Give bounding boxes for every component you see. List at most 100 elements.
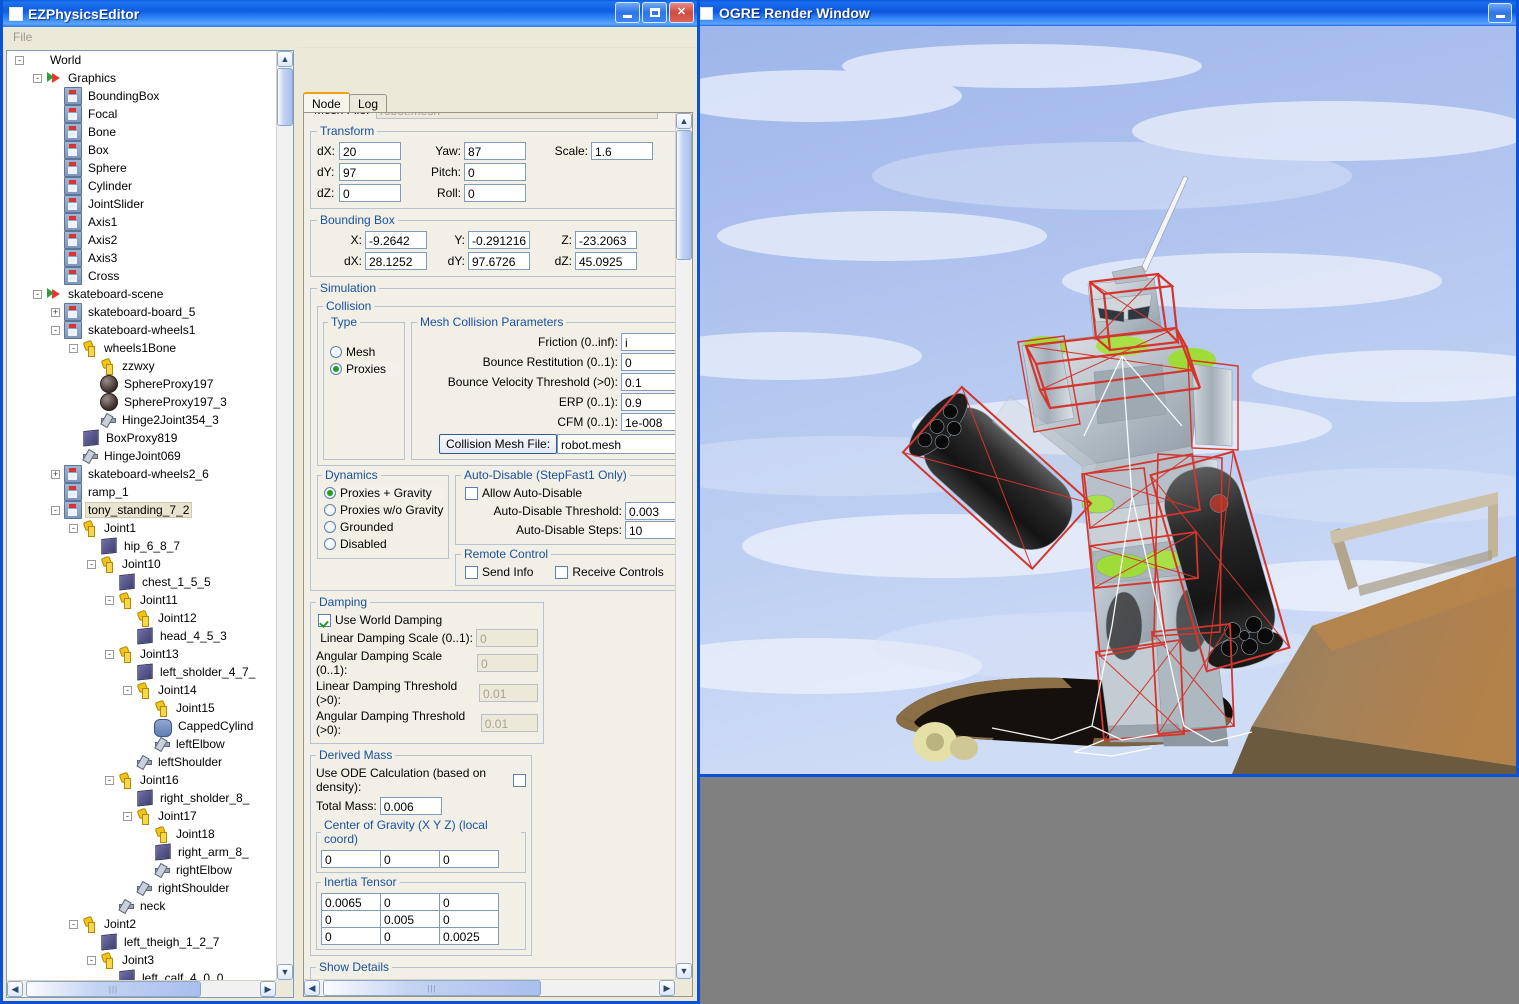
bb-z-input[interactable]: -23.2063 [575,231,637,249]
collapse-icon[interactable]: - [51,505,60,515]
radio-disabled-icon[interactable] [324,538,336,550]
inertia-0-1-input[interactable]: 0 [380,893,440,911]
tree-node-bone[interactable]: Bone [7,123,276,141]
collapse-icon[interactable]: - [69,343,78,353]
tree-node-left-sholder-4-7-[interactable]: left_sholder_4_7_ [7,663,276,681]
radio-grounded-icon[interactable] [324,521,336,533]
tree-vertical-scroll-thumb[interactable] [277,68,293,126]
bb-dx-input[interactable]: 28.1252 [365,252,427,270]
inertia-1-1-input[interactable]: 0.005 [380,910,440,928]
transform-dy-input[interactable]: 97 [339,163,401,181]
collision-type-proxies-option[interactable]: Proxies [330,362,400,376]
tree-scroll-up-button[interactable]: ▲ [277,51,293,67]
inertia-1-0-input[interactable]: 0 [321,910,381,928]
ezphysicseditor-window[interactable]: EZPhysicsEditor ✕ File - World - Graphics Bo… [0,0,700,1004]
tree-scroll-down-button[interactable]: ▼ [277,964,293,980]
collision-mesh-file-button[interactable]: Collision Mesh File: [439,434,558,454]
transform-scale-input[interactable]: 1.6 [591,142,653,160]
bounce-velocity-threshold-input[interactable]: 0.1 [621,373,675,391]
transform-yaw-input[interactable]: 87 [464,142,526,160]
tree-scroll-right-button[interactable]: ▶ [260,981,276,997]
expand-icon[interactable]: + [51,307,60,317]
tree-node-neck[interactable]: neck [7,897,276,915]
auto-disable-threshold-input[interactable]: 0.003 [625,502,675,520]
collapse-icon[interactable]: - [69,919,78,929]
tree-node-sphere[interactable]: Sphere [7,159,276,177]
tree-node-joint10[interactable]: - Joint10 [7,555,276,573]
collapse-icon[interactable]: - [87,955,96,965]
property-scroll-right-button[interactable]: ▶ [659,980,675,996]
menu-item-file[interactable]: File [13,30,32,44]
cfm-input[interactable]: 1e-008 [621,413,675,431]
tree-node-chest-1-5-5[interactable]: chest_1_5_5 [7,573,276,591]
editor-titlebar[interactable]: EZPhysicsEditor ✕ [3,0,697,27]
tree-node-joint3[interactable]: - Joint3 [7,951,276,969]
tree-node-joint18[interactable]: Joint18 [7,825,276,843]
total-mass-input[interactable]: 0.006 [379,797,442,815]
collapse-icon[interactable]: - [15,55,24,65]
property-horizontal-scrollbar[interactable]: ◀ ||| ▶ [304,979,675,996]
tree-node-joint2[interactable]: - Joint2 [7,915,276,933]
tab-node[interactable]: Node [303,92,350,112]
collapse-icon[interactable]: - [87,559,96,569]
tree-node-joint11[interactable]: - Joint11 [7,591,276,609]
radio-proxies-icon[interactable] [330,363,342,375]
tree-scroll-left-button[interactable]: ◀ [7,981,23,997]
tree-node-hingejoint069[interactable]: HingeJoint069 [7,447,276,465]
tree-node-joint13[interactable]: - Joint13 [7,645,276,663]
tree-node-skateboard-wheels2-6[interactable]: + skateboard-wheels2_6 [7,465,276,483]
close-button[interactable]: ✕ [669,2,694,23]
tree-node-zzwxy[interactable]: zzwxy [7,357,276,375]
tree-node-joint1[interactable]: - Joint1 [7,519,276,537]
linear-damping-scale-input[interactable]: 0 [476,629,538,647]
tree-node-hinge2joint354-3[interactable]: Hinge2Joint354_3 [7,411,276,429]
tree-node-cross[interactable]: Cross [7,267,276,285]
tree-node-tony-standing-7-2[interactable]: - tony_standing_7_2 [7,501,276,519]
bb-y-input[interactable]: -0.291216 [468,231,530,249]
property-scroll-left-button[interactable]: ◀ [304,980,320,996]
tree-node-cappedcylind[interactable]: CappedCylind [7,717,276,737]
tree-horizontal-scroll-thumb[interactable]: ||| [26,981,201,997]
tree-node-focal[interactable]: Focal [7,105,276,123]
allow-auto-disable-checkbox[interactable] [465,486,478,500]
inertia-0-0-input[interactable]: 0.0065 [321,893,381,911]
tree-node-wheels1bone[interactable]: - wheels1Bone [7,339,276,357]
cog-x-input[interactable]: 0 [321,850,381,868]
mesh-file-input[interactable]: robot.mesh [376,113,658,119]
tree-node-skateboard-wheels1[interactable]: - skateboard-wheels1 [7,321,276,339]
tree-node-box[interactable]: Box [7,141,276,159]
tree-node-ramp-1[interactable]: ramp_1 [7,483,276,501]
radio-proxies-no-gravity-icon[interactable] [324,504,336,516]
property-viewport[interactable]: Mesh File: robot.mesh Transform dX: 20 Y… [304,113,675,979]
angular-damping-threshold-input[interactable]: 0.01 [480,714,538,732]
inertia-2-0-input[interactable]: 0 [321,927,381,945]
use-ode-calculation-checkbox[interactable] [513,773,526,787]
tree-node-boxproxy819[interactable]: BoxProxy819 [7,429,276,447]
send-info-checkbox[interactable] [465,565,478,579]
tree-node-rightshoulder[interactable]: rightShoulder [7,879,276,897]
tree-node-leftshoulder[interactable]: leftShoulder [7,753,276,771]
tree-node-right-arm-8-[interactable]: right_arm_8_ [7,843,276,861]
transform-dz-input[interactable]: 0 [339,184,401,202]
tree-node-axis2[interactable]: Axis2 [7,231,276,249]
tree-node-leftelbow[interactable]: leftElbow [7,735,276,753]
property-vertical-scroll-thumb[interactable] [676,130,692,260]
transform-pitch-input[interactable]: 0 [464,163,526,181]
tree-node-joint16[interactable]: - Joint16 [7,771,276,789]
maximize-button[interactable] [642,2,667,23]
angular-damping-scale-input[interactable]: 0 [476,654,538,672]
tree-node-graphics[interactable]: - Graphics [7,69,276,87]
erp-input[interactable]: 0.9 [621,393,675,411]
tree-node-boundingbox[interactable]: BoundingBox [7,87,276,105]
use-world-damping-row[interactable]: Use World Damping [318,613,538,627]
collapse-icon[interactable]: - [123,685,132,695]
radio-proxies-gravity-icon[interactable] [324,487,336,499]
receive-controls-checkbox[interactable] [555,565,569,579]
property-horizontal-scroll-thumb[interactable]: ||| [323,980,541,996]
collapse-icon[interactable]: - [33,73,42,83]
collapse-icon[interactable]: - [105,775,114,785]
tree-node-joint17[interactable]: - Joint17 [7,807,276,825]
tree-node-skateboard-board-5[interactable]: + skateboard-board_5 [7,303,276,321]
tree-node-joint14[interactable]: - Joint14 [7,681,276,699]
collapse-icon[interactable]: - [33,289,42,299]
